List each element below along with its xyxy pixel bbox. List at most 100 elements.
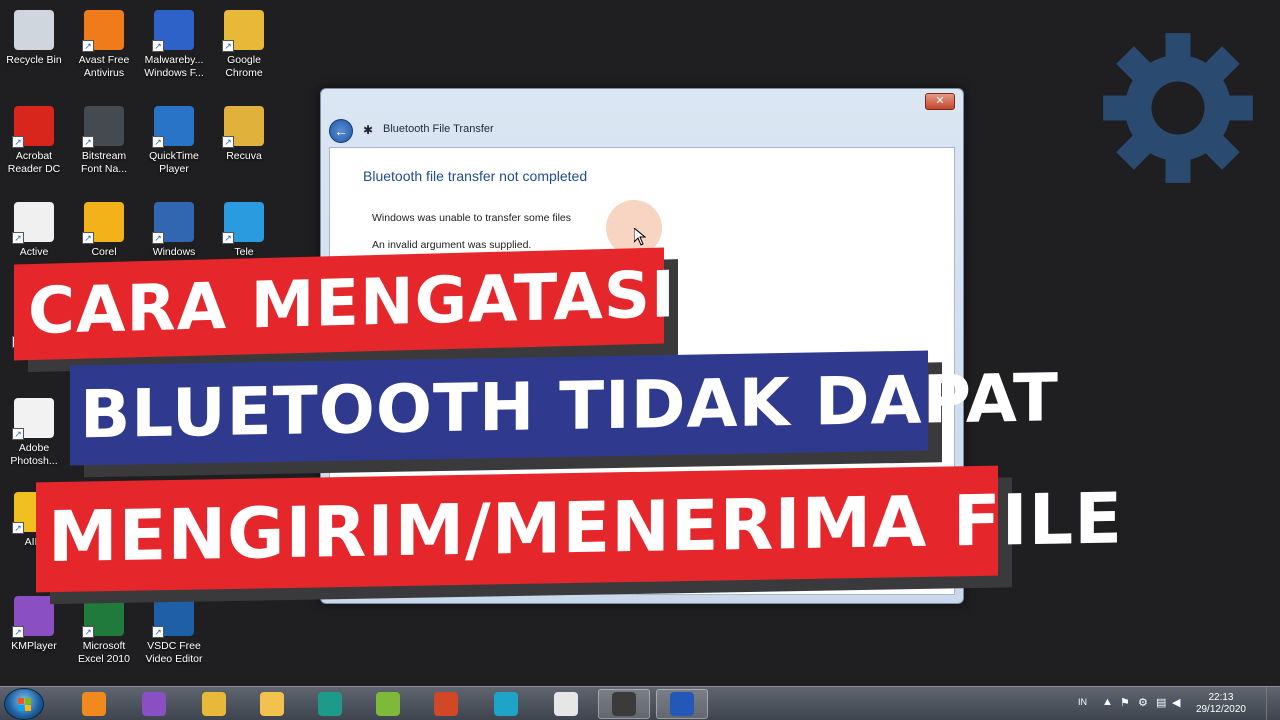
desktop-icon[interactable]: ↗ Microsoft Excel 2010 <box>70 596 138 666</box>
desktop-icon-label: Microsoft Excel 2010 <box>78 640 130 665</box>
shortcut-arrow-icon: ↗ <box>12 136 24 148</box>
desktop-icon-label: Bitstream Font Na... <box>80 150 128 175</box>
desktop-icon[interactable]: ↗ Avast Free Antivirus <box>70 10 138 80</box>
desktop-icon[interactable]: ↗ Corel <box>70 202 138 259</box>
desktop-icon[interactable]: ↗ Malwareby... Windows F... <box>140 10 208 80</box>
windows-logo-icon <box>18 698 31 711</box>
recuva-icon: ↗ <box>222 106 264 148</box>
telegram-icon: ↗ <box>222 202 264 244</box>
taskbar-item[interactable] <box>656 689 708 719</box>
shortcut-arrow-icon: ↗ <box>152 232 164 244</box>
desktop-icon-label: Corel <box>91 246 117 258</box>
desktop-icon[interactable]: ↗ Google Chrome <box>210 10 278 80</box>
chrome-icon: ↗ <box>222 10 264 52</box>
kmplayer-icon <box>142 692 166 716</box>
desktop-icon[interactable]: ↗ Tele <box>210 202 278 259</box>
corel-icon <box>376 692 400 716</box>
desktop-icon-label: Windows <box>152 246 196 258</box>
desktop-icon[interactable]: ↗ KMPlayer <box>0 596 68 653</box>
vsdc-icon <box>318 692 342 716</box>
taskbar: IN ▲ ⚑ ⚙ ▤ ◀ 22:13 29/12/2020 <box>0 686 1280 720</box>
recycle-bin-icon <box>14 10 54 50</box>
error-message-line-2: An invalid argument was supplied. <box>372 239 532 251</box>
taskbar-item[interactable] <box>246 689 298 719</box>
shortcut-arrow-icon: ↗ <box>152 136 164 148</box>
kmplayer-icon: ↗ <box>12 596 54 638</box>
desktop-icon-label: Adobe Photosh... <box>10 442 58 467</box>
usb-icon[interactable]: ⚙ <box>1138 696 1148 709</box>
explorer-icon <box>260 692 284 716</box>
windows-media-icon: ↗ <box>152 202 194 244</box>
desktop-icon[interactable]: ↗ Windows <box>140 202 208 259</box>
desktop-icon[interactable]: ↗ Bitstream Font Na... <box>70 106 138 176</box>
desktop-icon[interactable]: ↗ Active <box>0 202 68 259</box>
gear-icon <box>1103 33 1253 183</box>
flag-icon[interactable]: ⚑ <box>1120 696 1130 709</box>
shortcut-arrow-icon: ↗ <box>12 232 24 244</box>
desktop-icon-label: QuickTime Player <box>149 150 199 175</box>
audio-icon <box>494 692 518 716</box>
banner-line-1: CARA MENGATASI <box>14 247 676 361</box>
desktop-icon[interactable]: ↗ VSDC Free Video Editor <box>140 596 208 666</box>
desktop-icon-label: VSDC Free Video Editor <box>145 640 203 665</box>
taskbar-item[interactable] <box>540 689 592 719</box>
quicktime-icon: ↗ <box>152 106 194 148</box>
desktop-icon-label: Malwareby... Windows F... <box>144 54 204 79</box>
shortcut-arrow-icon: ↗ <box>12 428 24 440</box>
active-icon: ↗ <box>12 202 54 244</box>
system-tray: IN ▲ ⚑ ⚙ ▤ ◀ 22:13 29/12/2020 <box>1050 687 1280 720</box>
start-button[interactable] <box>4 688 44 720</box>
desktop-icon[interactable]: ↗ Recuva <box>210 106 278 163</box>
malwarebytes-icon: ↗ <box>152 10 194 52</box>
taskbar-item[interactable] <box>128 689 180 719</box>
language-indicator[interactable]: IN <box>1078 697 1087 707</box>
show-desktop-button[interactable] <box>1266 687 1280 720</box>
mouse-cursor-icon <box>634 228 646 246</box>
taskbar-item[interactable] <box>598 689 650 719</box>
error-message-line-1: Windows was unable to transfer some file… <box>372 212 572 224</box>
taskbar-item[interactable] <box>304 689 356 719</box>
clock[interactable]: 22:13 29/12/2020 <box>1196 692 1246 716</box>
shortcut-arrow-icon: ↗ <box>222 136 234 148</box>
shortcut-arrow-icon: ↗ <box>82 136 94 148</box>
shortcut-arrow-icon: ↗ <box>82 232 94 244</box>
bluetooth-icon: ✱ <box>363 123 374 137</box>
back-button[interactable]: ← <box>329 119 353 143</box>
dialog-heading: Bluetooth file transfer not completed <box>363 168 588 184</box>
desktop-icon-label: Google Chrome <box>225 54 263 79</box>
shortcut-arrow-icon: ↗ <box>222 40 234 52</box>
media-player-icon <box>82 692 106 716</box>
taskbar-item[interactable] <box>188 689 240 719</box>
shortcut-arrow-icon: ↗ <box>152 40 164 52</box>
acrobat-icon: ↗ <box>12 106 54 148</box>
shortcut-arrow-icon: ↗ <box>222 232 234 244</box>
recorder-icon <box>612 692 636 716</box>
taskbar-item[interactable] <box>480 689 532 719</box>
banner-line-2: BLUETOOTH TIDAK DAPAT <box>70 350 1059 466</box>
back-arrow-icon: ← <box>334 123 348 139</box>
avast-icon: ↗ <box>82 10 124 52</box>
taskbar-item[interactable] <box>68 689 120 719</box>
desktop-icon-label: Recycle Bin <box>6 54 62 66</box>
banner-line-3: MENGIRIM/MENERIMA FILE <box>36 465 1123 593</box>
photoshop-icon: ↗ <box>12 398 54 440</box>
close-button[interactable]: ✕ <box>925 93 955 110</box>
bitstream-icon: ↗ <box>82 106 124 148</box>
network-icon[interactable]: ▤ <box>1156 696 1166 709</box>
window-icon <box>554 692 578 716</box>
shortcut-arrow-icon: ↗ <box>12 626 24 638</box>
chrome-icon <box>202 692 226 716</box>
show-hidden-icons-icon[interactable]: ▲ <box>1102 696 1113 708</box>
taskbar-item[interactable] <box>362 689 414 719</box>
shortcut-arrow-icon: ↗ <box>82 626 94 638</box>
taskbar-item[interactable] <box>420 689 472 719</box>
desktop-icon[interactable]: ↗ Acrobat Reader DC <box>0 106 68 176</box>
dialog-title: Bluetooth File Transfer <box>383 123 494 135</box>
excel-icon: ↗ <box>82 596 124 638</box>
clock-time: 22:13 <box>1208 692 1234 703</box>
shortcut-arrow-icon: ↗ <box>12 522 24 534</box>
desktop-icon[interactable]: ↗ QuickTime Player <box>140 106 208 176</box>
desktop-icon[interactable]: Recycle Bin <box>0 10 68 67</box>
desktop-icon[interactable]: ↗ Adobe Photosh... <box>0 398 68 468</box>
volume-icon[interactable]: ◀ <box>1172 696 1180 709</box>
